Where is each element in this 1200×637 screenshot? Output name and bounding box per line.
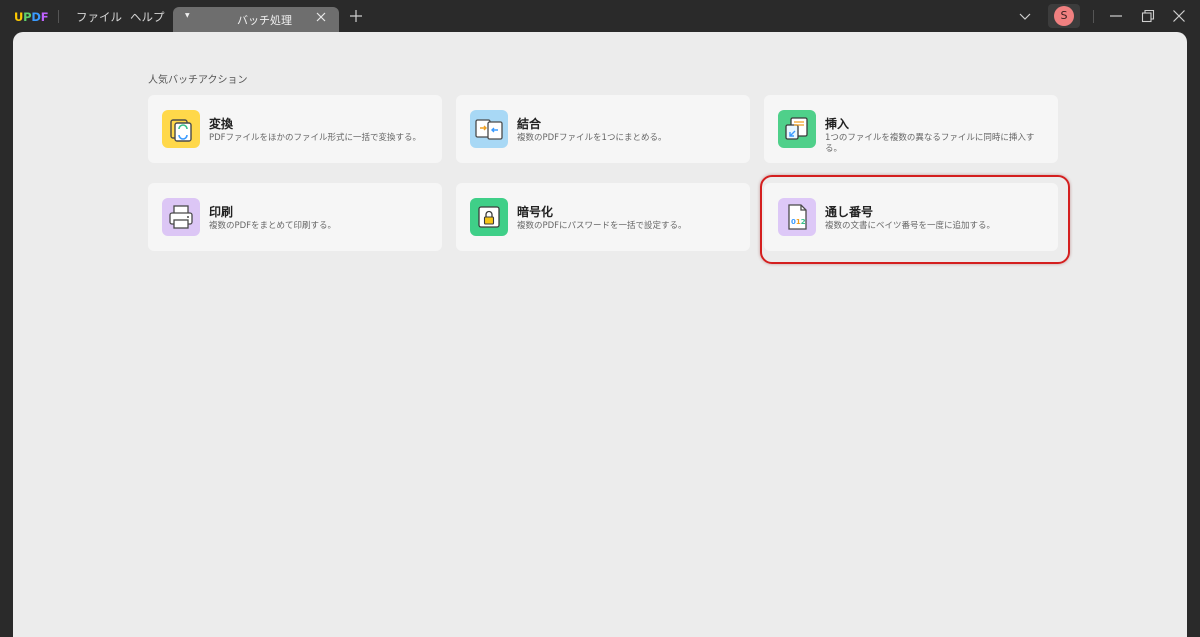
card-combine[interactable]: 結合 複数のPDFファイルを1つにまとめる。	[456, 95, 750, 163]
card-title: 暗号化	[517, 205, 554, 219]
add-tab-icon[interactable]	[350, 10, 362, 22]
card-encrypt[interactable]: 暗号化 複数のPDFにパスワードを一括で設定する。	[456, 183, 750, 251]
highlight-annotation	[760, 175, 1070, 264]
combine-icon	[470, 110, 508, 148]
tab-title: バッチ処理	[237, 14, 292, 27]
card-convert[interactable]: 変換 PDFファイルをほかのファイル形式に一括で変換する。	[148, 95, 442, 163]
restore-icon[interactable]	[1141, 9, 1155, 23]
minimize-icon[interactable]	[1109, 9, 1123, 23]
app-logo: UPDF	[14, 10, 49, 24]
card-title: 結合	[517, 117, 542, 131]
card-insert[interactable]: 挿入 1つのファイルを複数の異なるファイルに同時に挿入する。	[764, 95, 1058, 163]
close-icon[interactable]	[316, 12, 326, 22]
card-title: 変換	[209, 117, 234, 131]
lock-icon	[470, 198, 508, 236]
print-icon	[162, 198, 200, 236]
card-description: PDFファイルをほかのファイル形式に一括で変換する。	[209, 133, 422, 143]
avatar[interactable]: S	[1054, 6, 1074, 26]
close-window-icon[interactable]	[1172, 9, 1186, 23]
tab-dropdown-icon[interactable]: ▼	[185, 12, 190, 19]
card-description: 複数のPDFファイルを1つにまとめる。	[517, 133, 667, 143]
card-print[interactable]: 印刷 複数のPDFをまとめて印刷する。	[148, 183, 442, 251]
card-title: 挿入	[825, 117, 850, 131]
convert-icon	[162, 110, 200, 148]
divider	[58, 10, 59, 23]
title-bar: UPDF ファイル ヘルプ ▼ バッチ処理 S	[0, 0, 1200, 32]
section-title: 人気バッチアクション	[148, 75, 248, 86]
insert-icon	[778, 110, 816, 148]
divider	[1093, 10, 1094, 23]
chevron-down-icon[interactable]	[1018, 9, 1032, 23]
card-description: 複数のPDFにパスワードを一括で設定する。	[517, 221, 687, 231]
tab-batch[interactable]: ▼ バッチ処理	[173, 7, 339, 32]
card-title: 印刷	[209, 205, 234, 219]
main-content: 人気バッチアクション 変換 PDFファイルをほかのファイル形式に一括で変換する。…	[13, 32, 1187, 637]
card-description: 1つのファイルを複数の異なるファイルに同時に挿入する。	[825, 133, 1035, 154]
card-description: 複数のPDFをまとめて印刷する。	[209, 221, 337, 231]
menu-file[interactable]: ファイル	[76, 9, 122, 25]
menu-help[interactable]: ヘルプ	[130, 9, 165, 25]
